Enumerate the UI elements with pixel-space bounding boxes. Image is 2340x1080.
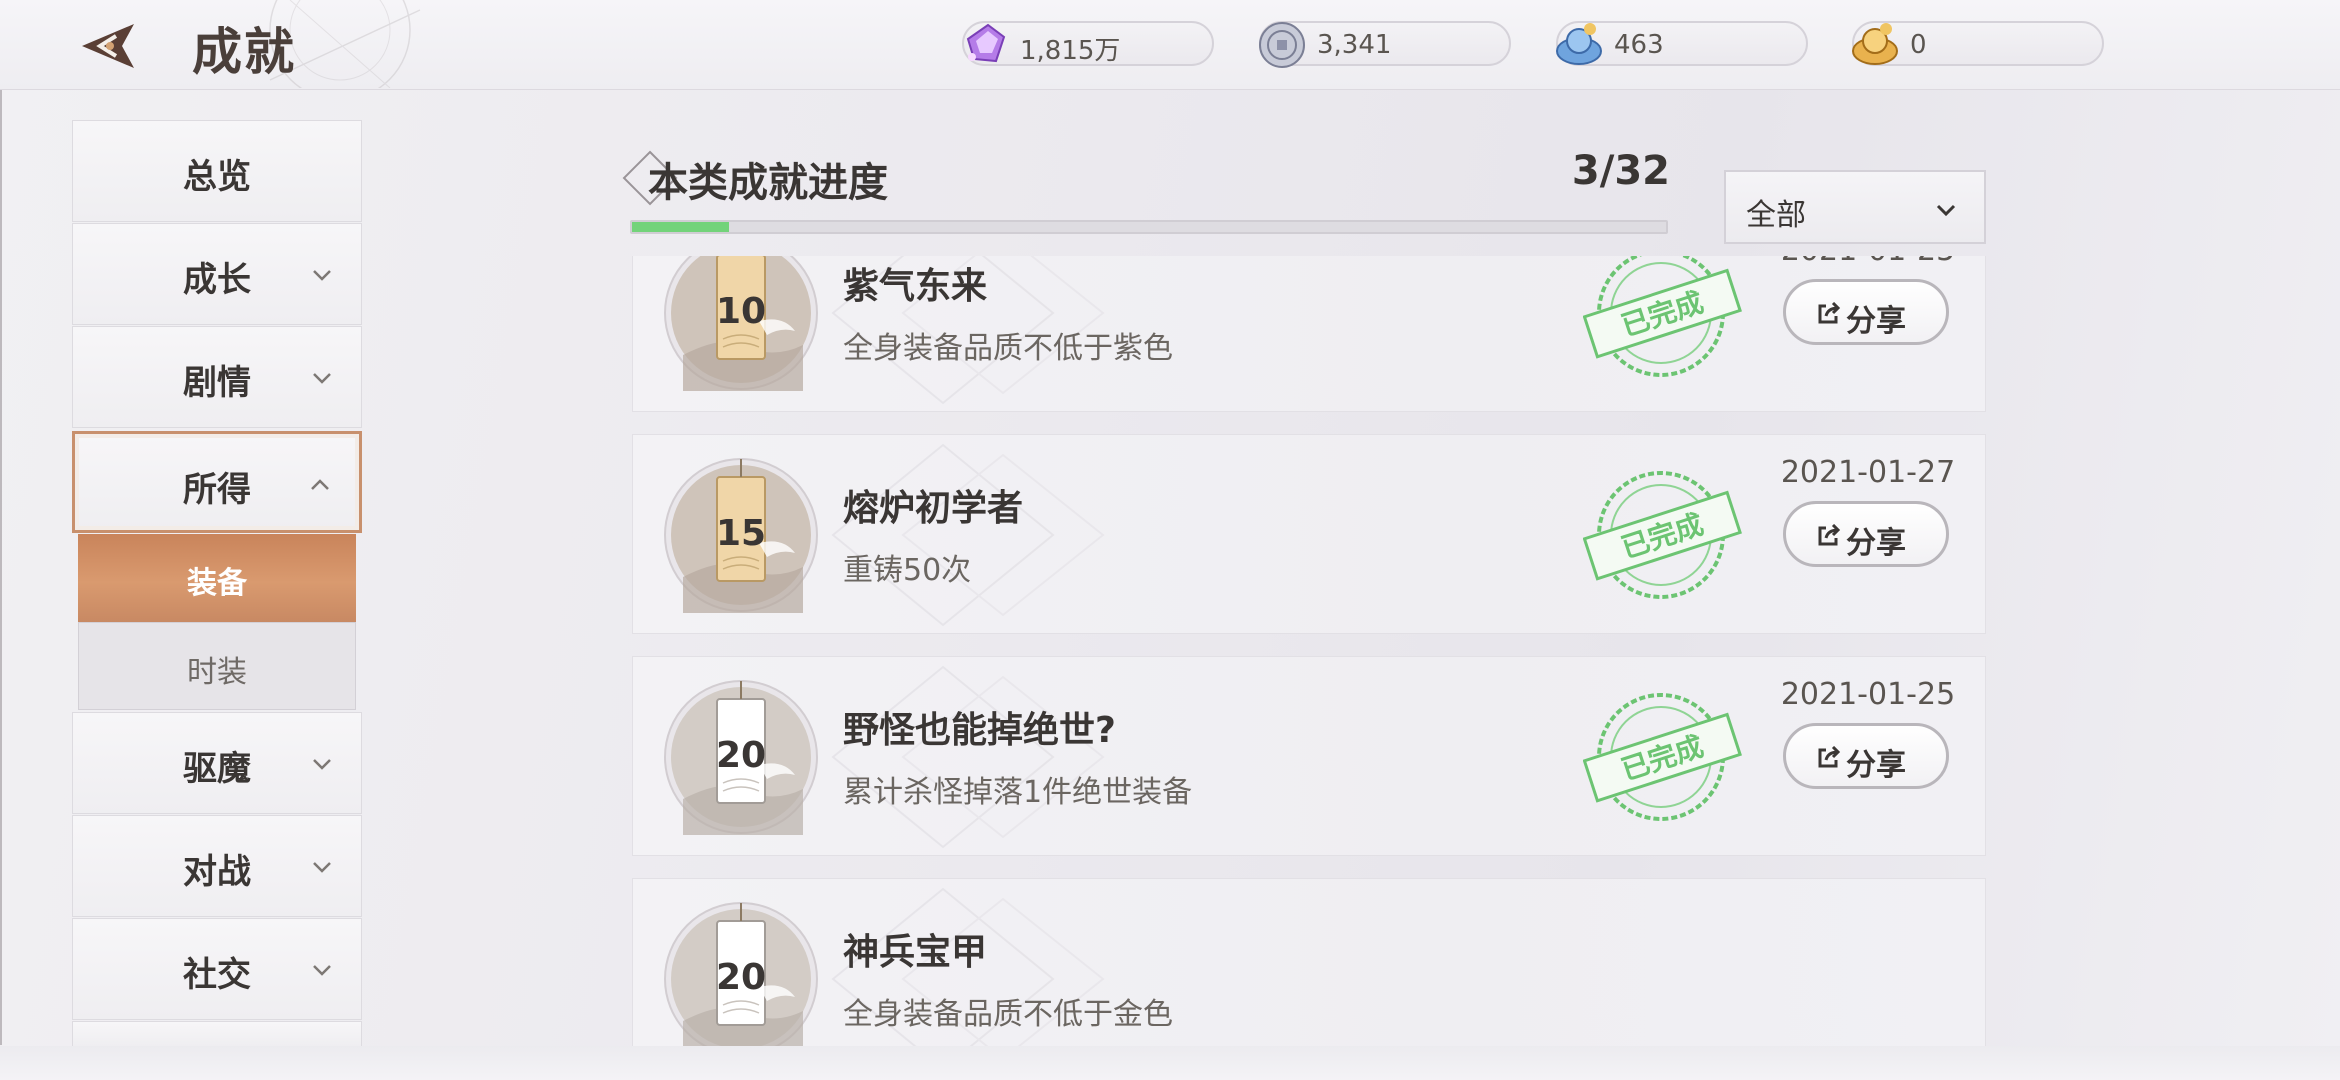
left-edge-line [0,90,2,1045]
achievement-name: 熔炉初学者 [843,488,1024,529]
filter-selected-value: 全部 [1746,198,1806,233]
currency-gems[interactable]: 1,815万 [962,21,1214,66]
completed-stamp: 已完成 [1582,465,1743,605]
achievement-points: 10 [715,291,767,332]
achievement-name: 紫气东来 [843,266,988,307]
sidebar-subitem-equipment[interactable]: 装备 [78,534,356,622]
sidebar-item-battle[interactable]: 对战 [72,815,362,917]
achievement-points: 15 [715,513,767,554]
sidebar-item-label: 总览 [183,157,251,197]
achievement-name: 野怪也能掉绝世? [843,710,1116,751]
sidebar-item-story[interactable]: 剧情 [72,326,362,428]
currency-silver[interactable]: 3,341 [1259,21,1511,68]
achievement-date: 2021-01-27 [1780,455,1956,490]
achievement-card: 10 紫气东来 全身装备品质不低于紫色 已完成 2021-01-25 分享 [632,256,1986,412]
bottom-edge [0,1046,2340,1080]
currency-value: 0 [1910,30,1927,60]
share-label: 分享 [1846,748,1906,783]
share-button[interactable]: 分享 [1783,501,1949,567]
chevron-down-icon [313,373,331,384]
chevron-down-icon [313,270,331,281]
share-label: 分享 [1846,526,1906,561]
share-button[interactable]: 分享 [1783,723,1949,789]
achievement-badge: 10 [663,256,819,391]
silver-coin-icon [1259,22,1305,68]
chevron-up-icon [311,479,329,490]
chevron-down-icon [313,965,331,976]
sidebar-item-growth[interactable]: 成长 [72,223,362,325]
progress-bar [630,220,1668,234]
sidebar-subitem-label: 时装 [187,655,247,690]
stamp-icon: 已完成 [1582,693,1742,821]
achievement-desc: 重铸50次 [843,553,972,588]
sidebar-subitem-fashion[interactable]: 时装 [78,622,356,710]
chevron-down-icon [313,862,331,873]
currency-value: 3,341 [1317,30,1392,60]
blue-ingot-icon [1556,23,1602,65]
sidebar-item-partial[interactable] [72,1021,362,1047]
top-bar: 成就 1,815万 3,341 463 0 [0,0,2340,90]
sidebar-item-social[interactable]: 社交 [72,918,362,1020]
achievement-card: 20 野怪也能掉绝世? 累计杀怪掉落1件绝世装备 已完成 2021-01-25 … [632,656,1986,856]
achievement-name: 神兵宝甲 [843,932,988,973]
achievement-desc: 累计杀怪掉落1件绝世装备 [843,775,1193,810]
page-title: 成就 [192,22,296,81]
currency-gold-ingot[interactable]: 0 [1852,21,2104,66]
share-icon [1818,746,1841,768]
achievement-badge: 15 [663,457,819,613]
sidebar-subitem-label: 装备 [187,566,247,601]
share-icon [1818,302,1841,324]
achievement-card: 20 神兵宝甲 全身装备品质不低于金色 [632,878,1986,1048]
sidebar-item-overview[interactable]: 总览 [72,120,362,222]
achievement-badge: 20 [663,679,819,835]
achievement-points: 20 [715,957,767,998]
progress-title: 本类成就进度 [648,160,888,206]
sidebar-item-exorcism[interactable]: 驱魔 [72,712,362,814]
filter-dropdown[interactable]: 全部 [1724,170,1986,244]
stamp-icon: 已完成 [1582,256,1742,377]
achievement-desc: 全身装备品质不低于金色 [843,997,1173,1032]
achievement-badge: 20 [663,901,819,1048]
sidebar-item-acquired[interactable]: 所得 [72,431,362,533]
achievement-points: 20 [715,735,767,776]
purple-gem-icon [966,23,1006,63]
achievement-desc: 全身装备品质不低于紫色 [843,331,1173,366]
achievement-date: 2021-01-25 [1780,677,1956,712]
currency-value: 1,815万 [1020,36,1121,66]
currency-blue-ingot[interactable]: 463 [1556,21,1808,66]
currency-value: 463 [1614,30,1664,60]
share-icon [1818,524,1841,546]
gold-ingot-icon [1852,23,1898,65]
achievement-date: 2021-01-25 [1753,256,1983,268]
chevron-down-icon [1936,204,1956,217]
chevron-down-icon [313,759,331,770]
share-label: 分享 [1846,304,1906,339]
achievement-list[interactable]: 10 紫气东来 全身装备品质不低于紫色 已完成 2021-01-25 分享 [630,256,1990,1048]
progress-bar-fill [632,222,730,232]
achievement-card: 15 熔炉初学者 重铸50次 已完成 2021-01-27 分享 [632,434,1986,634]
stamp-icon: 已完成 [1582,471,1742,599]
back-arrow-icon[interactable] [72,18,144,74]
progress-count: 3/32 [1571,148,1670,194]
share-button[interactable]: 分享 [1783,279,1949,345]
completed-stamp: 已完成 [1582,687,1743,827]
completed-stamp: 已完成 [1582,256,1743,383]
